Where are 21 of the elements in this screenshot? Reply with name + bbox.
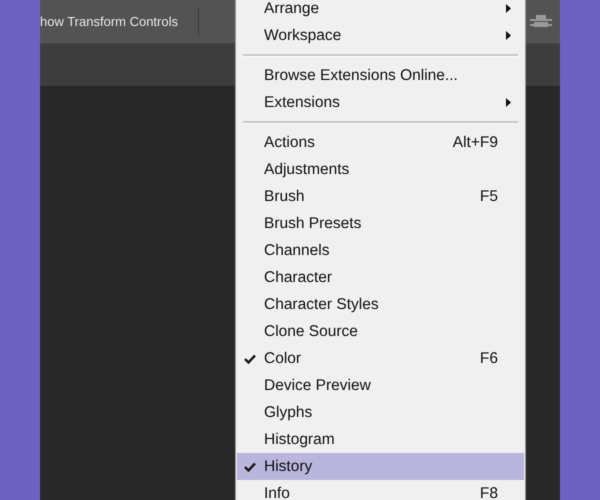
menu-item[interactable]: Adjustments — [237, 156, 524, 183]
checkmark-icon — [244, 462, 256, 472]
menu-item[interactable]: Character Styles — [237, 291, 524, 318]
menu-item[interactable]: Glyphs — [237, 399, 524, 426]
menu-item[interactable]: Color F6 — [237, 345, 524, 372]
menu-item[interactable]: History — [237, 453, 524, 480]
menu-item[interactable]: Clone Source — [237, 318, 524, 345]
checkmark-icon — [244, 354, 256, 364]
menu-item[interactable]: Device Preview — [237, 372, 524, 399]
menu-item[interactable]: Arrange — [237, 0, 524, 22]
menu-item[interactable]: Browse Extensions Online... — [237, 62, 524, 89]
menu-item[interactable]: Brush F5 — [237, 183, 524, 210]
menu-item[interactable]: Brush Presets — [237, 210, 524, 237]
option-label[interactable]: how Transform Controls — [40, 14, 178, 29]
menu-item[interactable]: Channels — [237, 237, 524, 264]
menu-item[interactable]: Info F8 — [237, 480, 524, 500]
menu-item[interactable]: Workspace — [237, 22, 524, 49]
menu-item[interactable]: Actions Alt+F9 — [237, 129, 524, 156]
menu-item[interactable]: Character — [237, 264, 524, 291]
menu-item[interactable]: Extensions — [237, 89, 524, 116]
menu-item[interactable]: Histogram — [237, 426, 524, 453]
